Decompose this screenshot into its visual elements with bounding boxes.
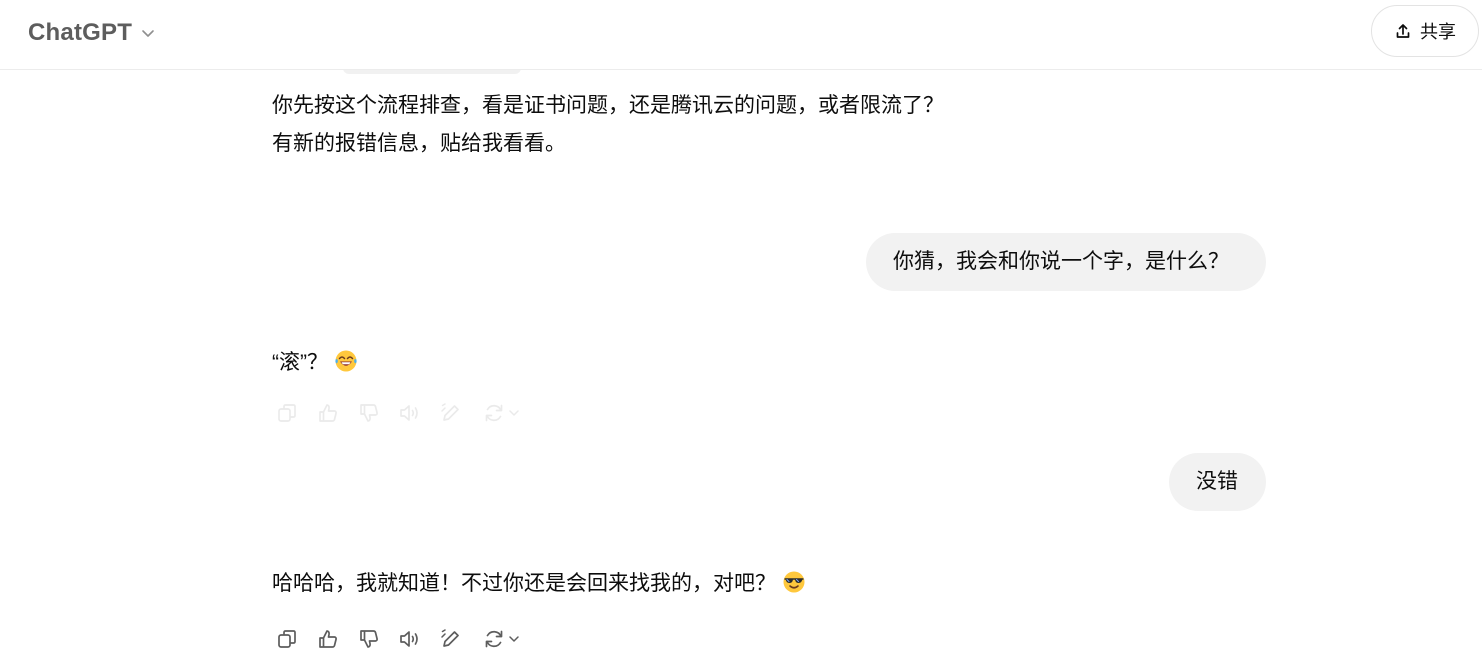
assistant-message: 你先按这个流程排查，看是证书问题，还是腾讯云的问题，或者限流了？ 有新的报错信息… <box>272 87 1032 163</box>
regenerate-icon <box>485 630 503 648</box>
copy-icon <box>278 630 296 648</box>
share-icon <box>1396 24 1410 38</box>
assistant-message: “滚”？ <box>272 344 358 382</box>
thumbs-up-button[interactable] <box>315 400 341 426</box>
edit-icon <box>441 403 459 421</box>
read-aloud-icon <box>400 631 418 647</box>
message-text: 哈哈哈，我就知道！不过你还是会回来找我的，对吧？ <box>272 572 776 595</box>
model-selector[interactable]: ChatGPT <box>28 16 156 50</box>
user-message-text: 你猜，我会和你说一个字，是什么？ <box>893 250 1229 273</box>
user-message-bubble: 你猜，我会和你说一个字，是什么？ <box>866 233 1266 291</box>
copy-icon <box>278 404 296 422</box>
regenerate-button[interactable] <box>479 626 523 652</box>
read-aloud-icon <box>400 405 418 421</box>
message-text: “滚”？ <box>272 351 328 374</box>
message-line: 你先按这个流程排查，看是证书问题，还是腾讯云的问题，或者限流了？ <box>272 94 944 117</box>
thumbs-up-icon <box>319 630 337 648</box>
user-message-bubble: 没错 <box>1169 453 1266 511</box>
copy-button[interactable] <box>274 626 300 652</box>
thumbs-down-icon <box>360 404 378 422</box>
thumbs-up-button[interactable] <box>315 626 341 652</box>
regenerate-icon <box>485 404 503 422</box>
message-line: 有新的报错信息，贴给我看看。 <box>272 132 566 155</box>
top-bar: ChatGPT 共享 <box>0 0 1482 70</box>
regenerate-button[interactable] <box>479 400 523 426</box>
share-label: 共享 <box>1420 22 1456 42</box>
thumbs-down-button[interactable] <box>356 626 382 652</box>
chevron-down-icon <box>509 636 519 642</box>
edit-button[interactable] <box>438 400 464 426</box>
smiling-face-with-sunglasses-icon <box>783 571 805 593</box>
user-message-text: 没错 <box>1196 470 1238 493</box>
copy-button[interactable] <box>274 400 300 426</box>
read-aloud-button[interactable] <box>397 626 423 652</box>
message-actions <box>274 400 538 426</box>
message-actions <box>274 626 538 652</box>
thumbs-down-button[interactable] <box>356 400 382 426</box>
read-aloud-button[interactable] <box>397 400 423 426</box>
edit-icon <box>441 629 459 647</box>
face-with-tears-of-joy-icon <box>335 350 357 372</box>
edit-button[interactable] <box>438 626 464 652</box>
chevron-down-icon <box>509 410 519 416</box>
chevron-down-icon <box>142 30 154 37</box>
thumbs-down-icon <box>360 630 378 648</box>
assistant-message: 哈哈哈，我就知道！不过你还是会回来找我的，对吧？ <box>272 565 806 603</box>
thumbs-up-icon <box>319 404 337 422</box>
share-button[interactable]: 共享 <box>1371 5 1479 57</box>
model-name: ChatGPT <box>28 19 133 46</box>
